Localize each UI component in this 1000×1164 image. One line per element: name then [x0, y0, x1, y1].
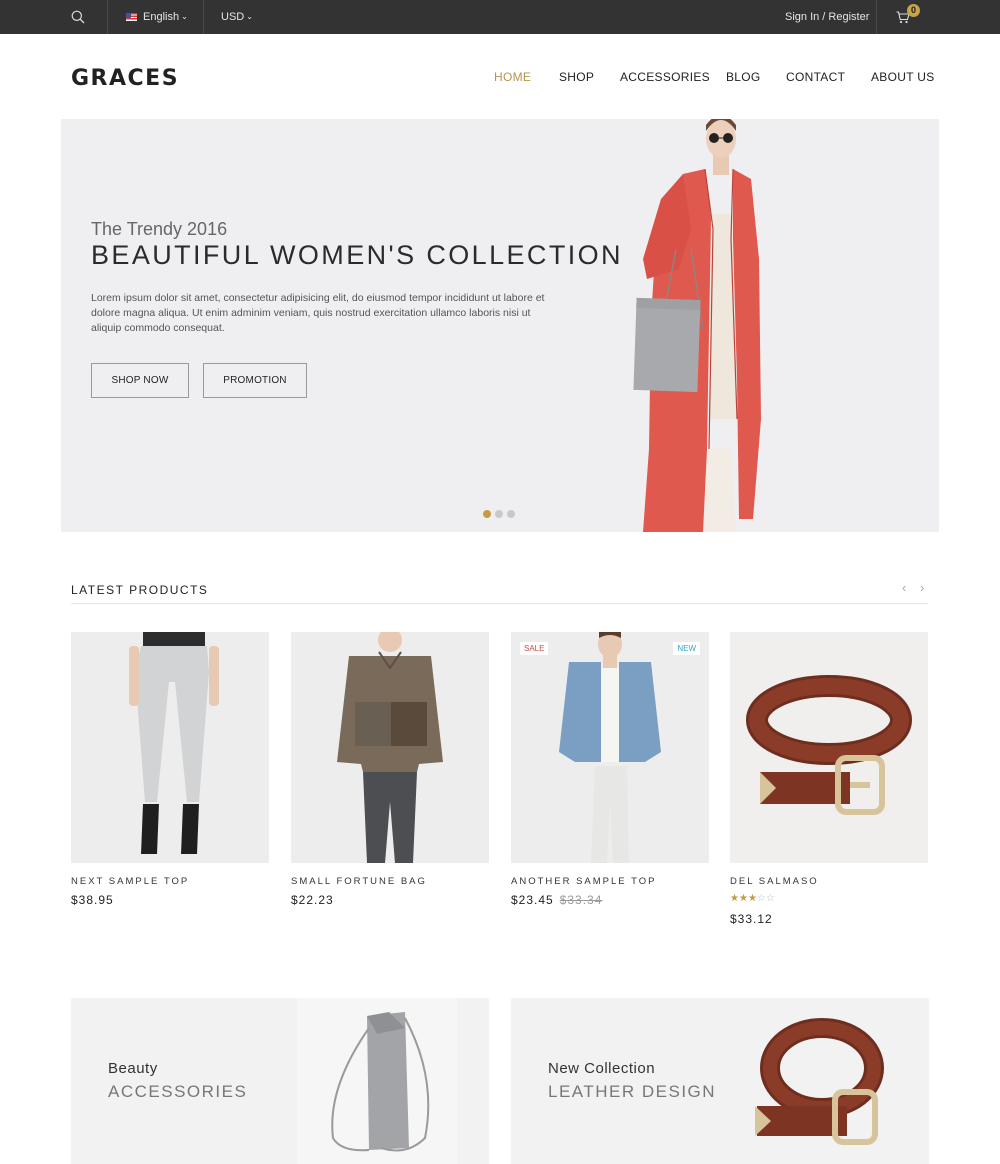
slider-dots [483, 510, 515, 518]
search-icon[interactable] [71, 0, 85, 34]
star-icon: ★ [738, 893, 748, 904]
belt-image [755, 1018, 884, 1145]
language-label: English [143, 11, 180, 23]
chevron-left-icon[interactable]: ‹ [902, 580, 906, 595]
current-price: $23.45 [511, 893, 554, 907]
top-bar: English ⌄ USD ⌄ Sign In / Register 0 [0, 0, 1000, 34]
section-divider [71, 603, 928, 604]
product-name[interactable]: SMALL FORTUNE BAG [291, 876, 427, 887]
product-image[interactable]: SALE NEW [511, 632, 709, 863]
nav-contact[interactable]: CONTACT [786, 70, 845, 84]
product-image[interactable] [71, 632, 269, 863]
product-price: $33.12 [730, 912, 773, 926]
star-icon: ☆ [756, 893, 766, 904]
promotion-button[interactable]: PROMOTION [203, 363, 307, 398]
product-name[interactable]: ANOTHER SAMPLE TOP [511, 876, 656, 887]
site-logo[interactable]: GRACES [71, 66, 179, 91]
hero-description: Lorem ipsum dolor sit amet, consectetur … [91, 292, 545, 334]
product-price: $22.23 [291, 893, 334, 907]
currency-label: USD [221, 11, 245, 23]
product-image[interactable] [730, 632, 928, 863]
product-image[interactable] [291, 632, 489, 863]
hero-slider: The Trendy 2016 BEAUTIFUL WOMEN'S COLLEC… [61, 119, 939, 532]
cart-button[interactable]: 0 [896, 0, 926, 34]
product-name[interactable]: NEXT SAMPLE TOP [71, 876, 189, 887]
slider-dot-3[interactable] [507, 510, 515, 518]
banner-title: LEATHER DESIGN [548, 1082, 717, 1101]
new-badge: NEW [673, 642, 700, 655]
divider [876, 0, 877, 34]
nav-home[interactable]: HOME [494, 70, 531, 84]
star-icon: ★ [747, 893, 757, 904]
shop-now-button[interactable]: SHOP NOW [91, 363, 189, 398]
chevron-down-icon: ⌄ [181, 11, 188, 21]
product-name[interactable]: DEL SALMASO [730, 876, 819, 887]
banner-subtitle: New Collection [548, 1060, 656, 1077]
product-price: $38.95 [71, 893, 114, 907]
hero-model-image [633, 119, 761, 532]
latest-products-heading: LATEST PRODUCTS [71, 583, 209, 597]
sale-badge: SALE [520, 642, 549, 655]
nav-about-us[interactable]: ABOUT US [871, 70, 935, 84]
divider [107, 0, 108, 34]
hero-subtitle: The Trendy 2016 [91, 219, 228, 239]
nav-accessories[interactable]: ACCESSORIES [620, 70, 710, 84]
star-icon: ☆ [765, 893, 775, 904]
hero-title: BEAUTIFUL WOMEN'S COLLECTION [91, 240, 623, 270]
nav-blog[interactable]: BLOG [726, 70, 761, 84]
cart-count-badge: 0 [907, 4, 920, 17]
banner-subtitle: Beauty [108, 1060, 158, 1077]
divider [203, 0, 204, 34]
old-price: $33.34 [559, 893, 603, 907]
bag-image [297, 998, 457, 1164]
flag-us-icon [126, 13, 137, 21]
language-selector[interactable]: English ⌄ [126, 0, 188, 34]
banner-title: ACCESSORIES [108, 1082, 248, 1101]
promo-banner-accessories[interactable]: Beauty ACCESSORIES [71, 998, 489, 1164]
product-rating: ★★★☆☆ [730, 893, 775, 904]
currency-selector[interactable]: USD ⌄ [221, 0, 253, 34]
nav-shop[interactable]: SHOP [559, 70, 594, 84]
product-price: $23.45 $33.34 [511, 893, 602, 907]
account-links[interactable]: Sign In / Register [785, 0, 869, 34]
promo-banner-leather[interactable]: New Collection LEATHER DESIGN [511, 998, 929, 1164]
slider-dot-1[interactable] [483, 510, 491, 518]
chevron-right-icon[interactable]: › [920, 580, 924, 595]
chevron-down-icon: ⌄ [246, 11, 253, 21]
star-icon: ★ [730, 893, 739, 904]
slider-dot-2[interactable] [495, 510, 503, 518]
